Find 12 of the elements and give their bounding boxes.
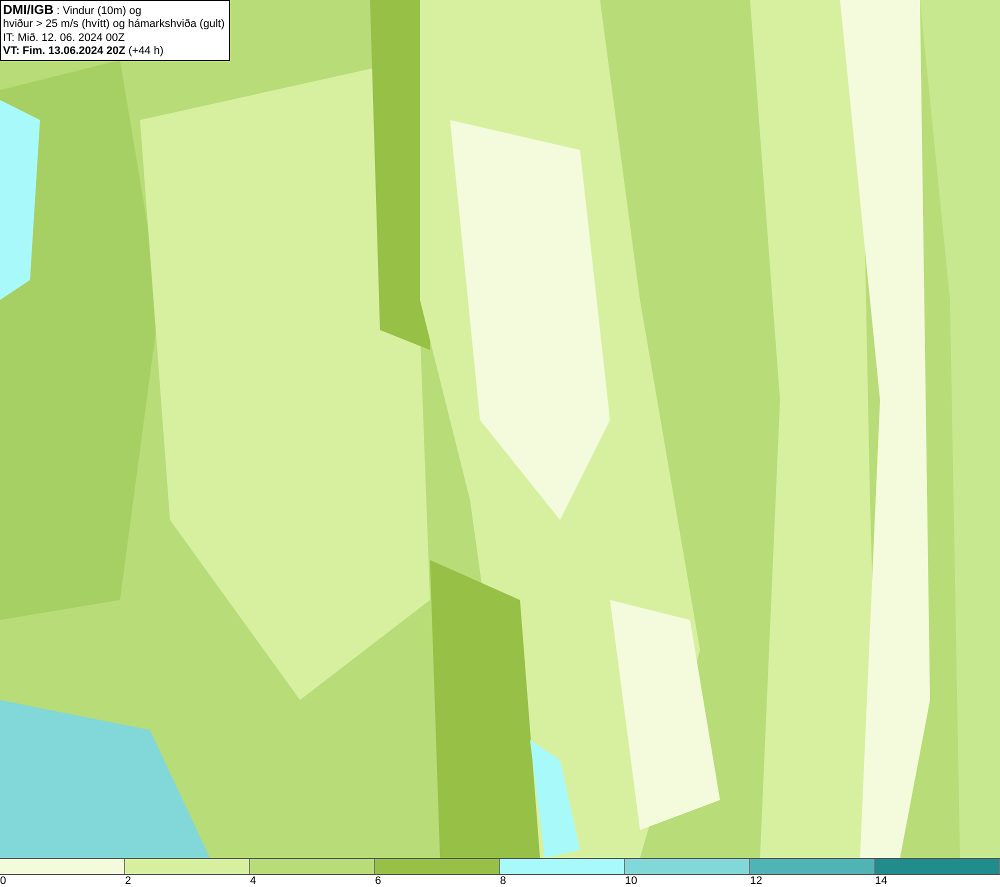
legend-tick-label: 0 [0, 875, 6, 887]
legend-tick-label: 6 [375, 875, 382, 887]
title-line: IT: Mið. 12. 06. 2024 00Z [3, 32, 126, 45]
legend-tick-label: 4 [250, 875, 256, 887]
legend-tick-label: 14 [875, 875, 888, 887]
title-line: hviður > 25 m/s (hvítt) og hámarkshviða (gult) [3, 18, 225, 32]
title-line: VT: Fim. 13.06.2024 20Z (+44 h) [3, 44, 165, 58]
legend-tick-label: 10 [625, 875, 638, 887]
legend-tick-label: 2 [125, 875, 132, 887]
legend-tick-label: 8 [500, 875, 506, 887]
title-line: DMI/IGB : Vindur (10m) og [3, 3, 142, 18]
legend-tick-label: 12 [750, 875, 762, 887]
